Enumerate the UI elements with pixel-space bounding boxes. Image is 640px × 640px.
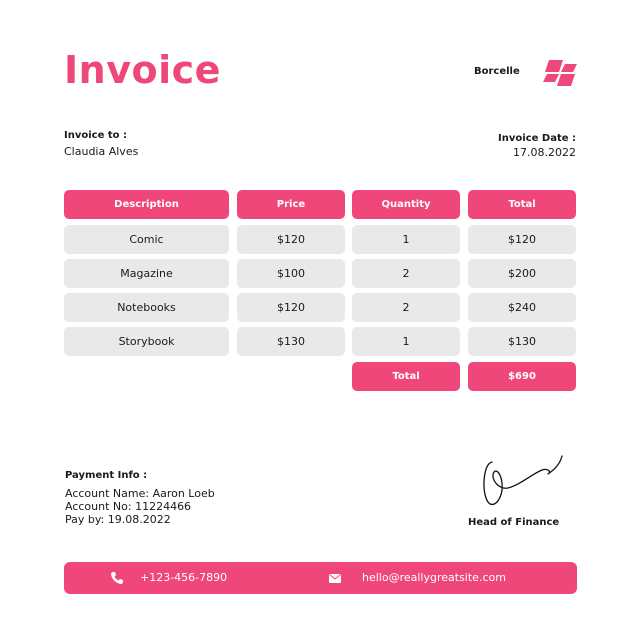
row-description: Comic	[64, 225, 229, 254]
row-quantity: 1	[352, 327, 460, 356]
row-price: $130	[237, 327, 345, 356]
row-description: Notebooks	[64, 293, 229, 322]
row-total: $120	[468, 225, 576, 254]
grand-total-label: Total	[352, 362, 460, 391]
contact-phone[interactable]: +123-456-7890	[140, 571, 227, 584]
account-name: Account Name: Aaron Loeb	[65, 487, 215, 500]
payment-info-label: Payment Info :	[65, 470, 148, 481]
row-price: $100	[237, 259, 345, 288]
invoice-to-name: Claudia Alves	[64, 145, 139, 158]
contact-email[interactable]: hello@reallygreatsite.com	[362, 571, 506, 584]
brand-logo-icon	[543, 60, 577, 86]
column-header-description: Description	[64, 190, 229, 219]
account-number: Account No: 11224466	[65, 500, 192, 513]
column-header-price: Price	[237, 190, 345, 219]
pay-by-date: Pay by: 19.08.2022	[65, 513, 171, 526]
row-total: $130	[468, 327, 576, 356]
column-header-quantity: Quantity	[352, 190, 460, 219]
row-description: Storybook	[64, 327, 229, 356]
invoice-date-label: Invoice Date :	[498, 133, 576, 144]
contact-footer: +123-456-7890 hello@reallygreatsite.com	[64, 562, 577, 594]
signature-title: Head of Finance	[468, 517, 560, 528]
column-header-total: Total	[468, 190, 576, 219]
grand-total-value: $690	[468, 362, 576, 391]
invoice-title: Invoice	[64, 48, 221, 92]
phone-icon	[111, 572, 123, 584]
envelope-icon	[329, 574, 341, 583]
signature-image	[483, 455, 563, 506]
row-price: $120	[237, 293, 345, 322]
row-total: $200	[468, 259, 576, 288]
row-quantity: 1	[352, 225, 460, 254]
brand-name: Borcelle	[474, 66, 520, 77]
invoice-date-value: 17.08.2022	[513, 146, 576, 159]
invoice-to-label: Invoice to :	[64, 130, 127, 141]
row-description: Magazine	[64, 259, 229, 288]
row-quantity: 2	[352, 259, 460, 288]
row-price: $120	[237, 225, 345, 254]
row-quantity: 2	[352, 293, 460, 322]
row-total: $240	[468, 293, 576, 322]
